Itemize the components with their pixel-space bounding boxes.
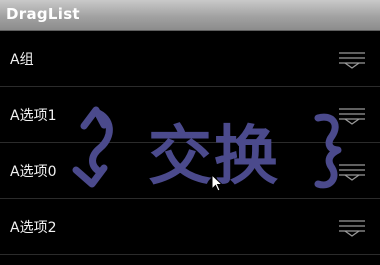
list-item-group-a[interactable]: A组 [0, 31, 380, 87]
list-item[interactable]: A选项0 [0, 143, 380, 199]
title-bar: DragList [0, 0, 380, 31]
app-title: DragList [6, 5, 80, 23]
drag-handle-icon[interactable] [338, 106, 366, 126]
list-item-label: A选项2 [10, 220, 57, 236]
list-item-label: A选项1 [10, 108, 57, 124]
list-item[interactable]: A选项2 [0, 199, 380, 255]
mouse-pointer-icon [211, 174, 223, 192]
drag-list: A组 A选项1 A选项0 A选项2 [0, 31, 380, 265]
drag-handle-icon[interactable] [338, 162, 366, 182]
drag-handle-icon[interactable] [338, 50, 366, 70]
drag-handle-icon[interactable] [338, 218, 366, 238]
list-item-label: A组 [10, 52, 34, 68]
list-item-label: A选项0 [10, 164, 57, 180]
list-item[interactable]: A选项1 [0, 87, 380, 143]
